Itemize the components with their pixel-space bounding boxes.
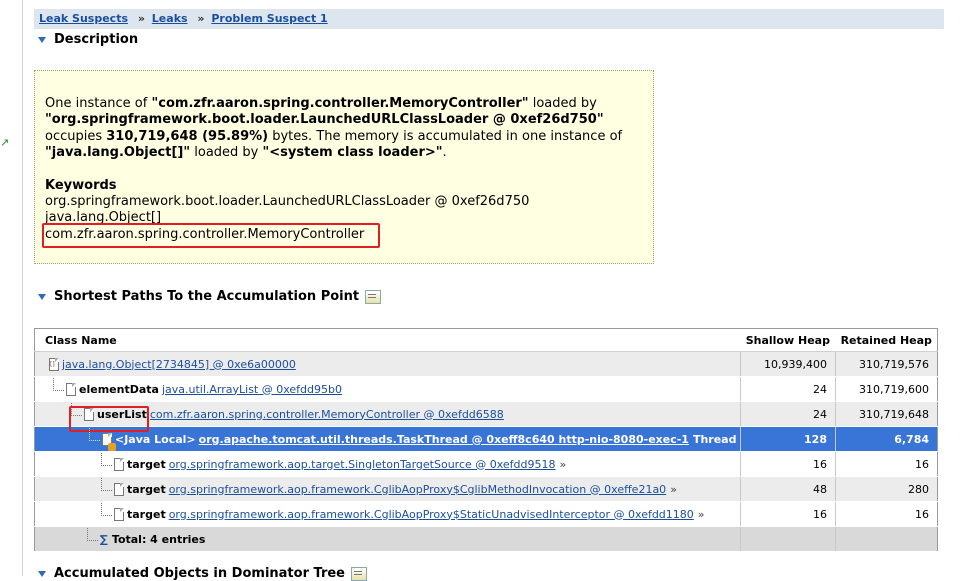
total-shallow-empty <box>739 526 836 552</box>
table-row[interactable]: java.lang.Object[2734845] @ 0xe6a00000 1… <box>34 351 938 377</box>
retained-heap-value: 310,719,600 <box>834 376 938 402</box>
highlight-box-field <box>69 405 149 432</box>
shallow-heap-value: 16 <box>739 451 836 477</box>
paths-section-header[interactable]: Shortest Paths To the Accumulation Point <box>38 289 382 304</box>
paths-table: Class Name Shallow Heap Retained Heap ja… <box>34 328 938 552</box>
tree-connector <box>53 377 64 391</box>
object-icon <box>114 507 124 521</box>
breadcrumb-leaks[interactable]: Leaks <box>152 12 188 25</box>
breadcrumb-separator: » <box>197 12 205 25</box>
report-main: Leak Suspects » Leaks » Problem Suspect … <box>34 0 964 581</box>
total-retained-empty <box>834 526 938 552</box>
object-icon <box>66 382 76 396</box>
expand-more-icon[interactable]: » <box>698 508 705 521</box>
left-panel-edge: ↗ <box>0 0 23 576</box>
sum-icon: ∑ <box>100 532 108 546</box>
lock-icon <box>108 442 116 451</box>
desc-loaded-by: loaded by <box>528 96 597 111</box>
tree-connector <box>101 477 112 491</box>
breadcrumb-leak-suspects[interactable]: Leak Suspects <box>39 12 128 25</box>
object-link[interactable]: org.springframework.aop.framework.CglibA… <box>169 483 666 496</box>
desc-loaded-by-2: loaded by <box>190 145 263 161</box>
dominator-title: Accumulated Objects in Dominator Tree <box>54 566 345 581</box>
collapse-triangle-icon[interactable] <box>38 36 46 43</box>
desc-class-name: "com.zfr.aaron.spring.controller.MemoryC… <box>151 96 529 111</box>
description-section-header[interactable]: Description <box>38 32 138 47</box>
table-row[interactable]: target org.springframework.aop.framework… <box>34 501 938 527</box>
total-label: Total: 4 entries <box>111 532 206 546</box>
desc-array-class: "java.lang.Object[]" <box>45 145 191 161</box>
tree-connector <box>89 427 100 441</box>
object-link[interactable]: com.zfr.aaron.spring.controller.MemoryCo… <box>150 408 504 421</box>
object-link[interactable]: java.lang.Object[2734845] @ 0xe6a00000 <box>62 358 296 371</box>
details-icon[interactable] <box>365 289 382 304</box>
desc-loader: "org.springframework.boot.loader.Launche… <box>45 112 604 128</box>
keywords-title: Keywords <box>45 178 117 193</box>
field-name: elementData <box>79 382 159 396</box>
object-link[interactable]: org.springframework.aop.framework.CglibA… <box>169 508 694 521</box>
table-total-row: ∑ Total: 4 entries <box>34 526 938 552</box>
collapse-triangle-icon[interactable] <box>38 293 46 300</box>
desc-bytes: 310,719,648 (95.89%) <box>106 128 269 144</box>
breadcrumb: Leak Suspects » Leaks » Problem Suspect … <box>34 9 944 29</box>
dominator-section-header[interactable]: Accumulated Objects in Dominator Tree <box>38 566 367 581</box>
table-row[interactable]: target org.springframework.aop.target.Si… <box>34 451 938 477</box>
table-row[interactable]: target org.springframework.aop.framework… <box>34 476 938 502</box>
shallow-heap-value: 48 <box>739 476 836 502</box>
column-class-name[interactable]: Class Name <box>34 328 741 352</box>
desc-bytes-suffix: bytes. The memory is accumulated in one … <box>268 128 623 144</box>
shallow-heap-value: 128 <box>739 426 836 452</box>
field-name: target <box>127 457 166 471</box>
description-title: Description <box>54 32 139 47</box>
shallow-heap-value: 10,939,400 <box>739 351 836 377</box>
table-header: Class Name Shallow Heap Retained Heap <box>34 328 938 352</box>
thread-label: Thread <box>692 432 737 446</box>
highlight-box-keyword <box>42 223 380 248</box>
paths-title: Shortest Paths To the Accumulation Point <box>54 289 360 304</box>
tree-connector <box>101 502 112 516</box>
array-icon <box>49 357 59 371</box>
column-shallow-heap[interactable]: Shallow Heap <box>740 328 836 352</box>
breadcrumb-problem-suspect[interactable]: Problem Suspect 1 <box>211 12 327 25</box>
object-link[interactable]: org.springframework.aop.target.Singleton… <box>169 458 556 471</box>
shallow-heap-value: 16 <box>739 501 836 527</box>
field-name: <Java Local> <box>115 432 196 446</box>
details-icon[interactable] <box>351 566 367 581</box>
retained-heap-value: 16 <box>834 451 938 477</box>
tree-connector <box>101 452 112 466</box>
desc-period: . <box>442 145 447 161</box>
column-retained-heap[interactable]: Retained Heap <box>835 328 938 352</box>
description-text: One instance of "com.zfr.aaron.spring.co… <box>45 96 650 162</box>
retained-heap-value: 16 <box>834 501 938 527</box>
table-row[interactable]: userList com.zfr.aaron.spring.controller… <box>34 401 938 432</box>
arrow-icon: ↗ <box>0 136 10 149</box>
object-icon <box>114 457 124 471</box>
expand-more-icon[interactable]: » <box>560 458 567 471</box>
retained-heap-value: 6,784 <box>834 426 938 452</box>
shallow-heap-value: 24 <box>739 376 836 402</box>
shallow-heap-value: 24 <box>739 401 836 427</box>
expand-more-icon[interactable]: » <box>670 483 677 496</box>
object-link[interactable]: java.util.ArrayList @ 0xefdd95b0 <box>162 383 342 396</box>
desc-system-loader: "<system class loader>" <box>262 145 443 161</box>
table-row[interactable]: elementData java.util.ArrayList @ 0xefdd… <box>34 376 938 402</box>
tree-connector <box>87 527 98 541</box>
retained-heap-value: 310,719,648 <box>834 401 938 427</box>
object-icon <box>114 482 124 496</box>
retained-heap-value: 310,719,576 <box>834 351 938 377</box>
retained-heap-value: 280 <box>834 476 938 502</box>
object-link[interactable]: org.apache.tomcat.util.threads.TaskThrea… <box>199 433 689 446</box>
description-box: One instance of "com.zfr.aaron.spring.co… <box>34 70 654 264</box>
table-row-selected[interactable]: <Java Local> org.apache.tomcat.util.thre… <box>34 426 938 452</box>
desc-occupies: occupies <box>45 128 107 144</box>
thread-icon <box>102 432 116 451</box>
field-name: target <box>127 507 166 521</box>
field-name: target <box>127 482 166 496</box>
desc-intro: One instance of <box>45 96 152 111</box>
breadcrumb-separator: » <box>137 12 145 25</box>
keyword-item: org.springframework.boot.loader.Launched… <box>45 194 530 209</box>
